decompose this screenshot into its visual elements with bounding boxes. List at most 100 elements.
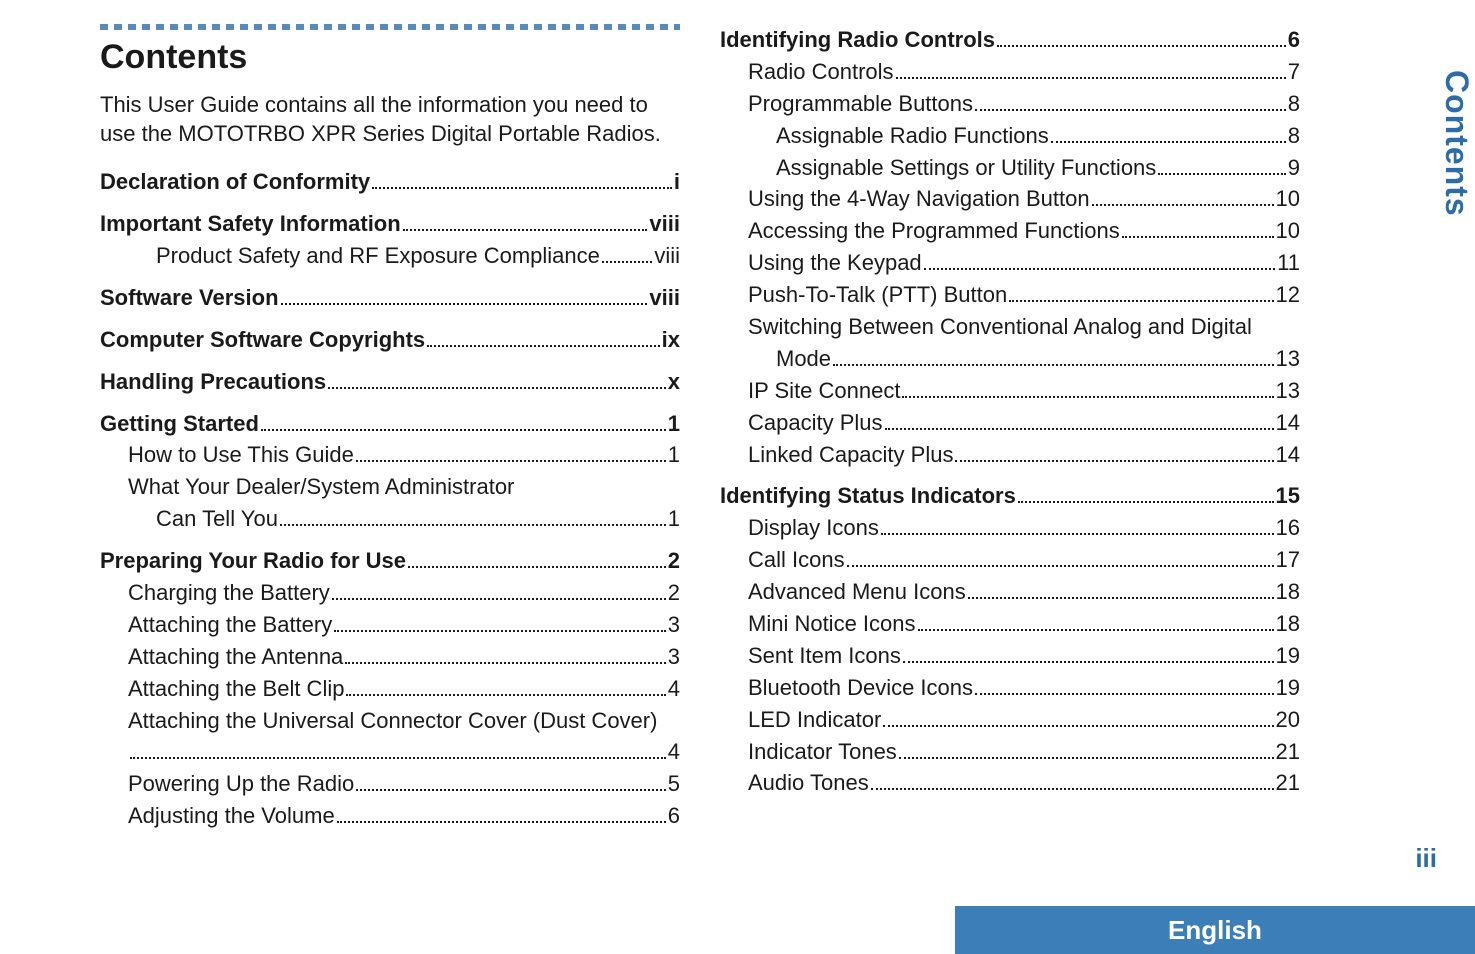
toc-label: Using the 4-Way Navigation Button (748, 183, 1090, 215)
toc-entry: Powering Up the Radio5 (100, 768, 680, 800)
toc-page: 15 (1276, 480, 1300, 512)
toc-page: 4 (668, 673, 680, 705)
toc-label: Push-To-Talk (PTT) Button (748, 279, 1007, 311)
leader-dots (883, 725, 1273, 727)
toc-label: Computer Software Copyrights (100, 324, 425, 356)
leader-dots (918, 629, 1274, 631)
leader-dots (1051, 141, 1286, 143)
leader-dots (871, 788, 1274, 790)
toc-entry: Getting Started 1 (100, 408, 680, 440)
toc-page: 12 (1276, 279, 1300, 311)
toc-entry: LED Indicator20 (720, 704, 1300, 736)
leader-dots (345, 662, 665, 664)
toc-page: 19 (1276, 672, 1300, 704)
toc-entry: Radio Controls7 (720, 56, 1300, 88)
leader-dots (833, 364, 1273, 366)
right-column: Identifying Radio Controls 6Radio Control… (720, 24, 1300, 832)
leader-dots (975, 693, 1273, 695)
toc-entry: Important Safety Informationviii (100, 208, 680, 240)
toc-entry: Sent Item Icons19 (720, 640, 1300, 672)
toc-right-list: Identifying Radio Controls 6Radio Control… (720, 24, 1300, 799)
toc-entry: Indicator Tones21 (720, 736, 1300, 768)
side-tab-contents: Contents (1438, 70, 1475, 217)
language-bar: English (955, 906, 1475, 954)
toc-label: Using the Keypad (748, 247, 922, 279)
intro-paragraph: This User Guide contains all the informa… (100, 91, 680, 148)
toc-label: Switching Between Conventional Analog an… (748, 311, 1252, 343)
leader-dots (847, 565, 1274, 567)
toc-label: Attaching the Belt Clip (128, 673, 344, 705)
toc-page: 9 (1288, 152, 1300, 184)
leader-dots (902, 396, 1273, 398)
toc-entry: Assignable Radio Functions8 (720, 120, 1300, 152)
leader-dots (903, 661, 1274, 663)
toc-label: Mini Notice Icons (748, 608, 916, 640)
toc-label: Attaching the Universal Connector Cover … (128, 705, 657, 737)
toc-page: x (668, 366, 680, 398)
toc-label: Assignable Settings or Utility Functions (776, 152, 1156, 184)
leader-dots (602, 261, 652, 263)
toc-page: 14 (1276, 407, 1300, 439)
toc-page: 4 (668, 736, 680, 768)
leader-dots (896, 77, 1286, 79)
toc-page: 21 (1276, 767, 1300, 799)
leader-dots (372, 187, 672, 189)
toc-label: Capacity Plus (748, 407, 883, 439)
toc-page: 21 (1276, 736, 1300, 768)
leader-dots (881, 533, 1274, 535)
toc-entry: Bluetooth Device Icons19 (720, 672, 1300, 704)
leader-dots (968, 597, 1274, 599)
toc-page: 17 (1276, 544, 1300, 576)
toc-entry: Advanced Menu Icons18 (720, 576, 1300, 608)
toc-page: 20 (1276, 704, 1300, 736)
page-number: iii (1415, 843, 1437, 874)
toc-entry: Programmable Buttons8 (720, 88, 1300, 120)
leader-dots (1018, 501, 1274, 503)
toc-label: Advanced Menu Icons (748, 576, 966, 608)
toc-page: 6 (1288, 24, 1300, 56)
toc-entry: IP Site Connect13 (720, 375, 1300, 407)
toc-label: Preparing Your Radio for Use (100, 545, 406, 577)
toc-label: Adjusting the Volume (128, 800, 335, 832)
leader-dots (955, 460, 1273, 462)
toc-page: 11 (1277, 247, 1300, 279)
leader-dots (1122, 236, 1274, 238)
toc-label: Powering Up the Radio (128, 768, 354, 800)
toc-label: Getting Started (100, 408, 259, 440)
toc-page: ix (662, 324, 680, 356)
toc-page: 6 (668, 800, 680, 832)
toc-entry: Using the Keypad 11 (720, 247, 1300, 279)
leader-dots (261, 429, 666, 431)
toc-page: 18 (1276, 608, 1300, 640)
toc-entry: Computer Software Copyrights ix (100, 324, 680, 356)
toc-label: Sent Item Icons (748, 640, 901, 672)
toc-page: 13 (1276, 375, 1300, 407)
toc-label: Identifying Status Indicators (720, 480, 1016, 512)
leader-dots (281, 303, 648, 305)
toc-page: 16 (1276, 512, 1300, 544)
leader-dots (427, 345, 660, 347)
toc-entry: Identifying Status Indicators 15 (720, 480, 1300, 512)
toc-label: Charging the Battery (128, 577, 330, 609)
toc-page: 8 (1288, 120, 1300, 152)
leader-dots (924, 268, 1275, 270)
toc-entry: Software Versionviii (100, 282, 680, 314)
toc-label: Identifying Radio Controls (720, 24, 995, 56)
toc-label: Audio Tones (748, 767, 869, 799)
toc-entry: Identifying Radio Controls 6 (720, 24, 1300, 56)
toc-entry: Capacity Plus 14 (720, 407, 1300, 439)
toc-entry: Using the 4-Way Navigation Button10 (720, 183, 1300, 215)
toc-label: How to Use This Guide (128, 439, 354, 471)
toc-page: 2 (668, 577, 680, 609)
toc-entry: Attaching the Universal Connector Cover … (100, 705, 680, 737)
toc-page: 1 (668, 408, 680, 440)
toc-page: 2 (668, 545, 680, 577)
toc-entry: Accessing the Programmed Functions10 (720, 215, 1300, 247)
toc-entry: Linked Capacity Plus14 (720, 439, 1300, 471)
toc-label: Software Version (100, 282, 279, 314)
toc-page: 1 (668, 503, 680, 535)
decorative-rule (100, 24, 680, 30)
toc-entry: Audio Tones 21 (720, 767, 1300, 799)
toc-label: Attaching the Antenna (128, 641, 343, 673)
toc-page: viii (654, 240, 680, 272)
